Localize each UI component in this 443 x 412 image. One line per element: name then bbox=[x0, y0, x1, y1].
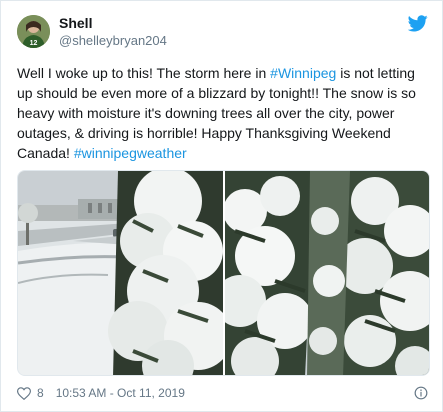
tweet-card: 12 Shell @shelleybryan204 Well I woke up… bbox=[0, 0, 443, 412]
twitter-bird-icon[interactable] bbox=[407, 15, 428, 32]
svg-text:12: 12 bbox=[30, 40, 38, 47]
photo-snowy-trees[interactable] bbox=[224, 171, 429, 375]
display-name[interactable]: Shell bbox=[59, 15, 92, 31]
hashtag-winnipegweather[interactable]: #winnipegweather bbox=[74, 145, 187, 161]
photo-snowy-street[interactable] bbox=[18, 171, 223, 375]
tweet-footer: 8 10:53 AM - Oct 11, 2019 bbox=[16, 384, 185, 402]
info-icon[interactable] bbox=[414, 386, 428, 400]
avatar[interactable]: 12 bbox=[17, 15, 50, 48]
media-gallery bbox=[17, 170, 430, 376]
tweet-text: Well I woke up to this! The storm here i… bbox=[17, 63, 433, 163]
like-count: 8 bbox=[37, 386, 44, 400]
tweet-text-part: Well I woke up to this! The storm here i… bbox=[17, 65, 271, 81]
user-handle[interactable]: @shelleybryan204 bbox=[59, 33, 167, 48]
heart-icon[interactable] bbox=[16, 386, 32, 400]
hashtag-winnipeg[interactable]: #Winnipeg bbox=[270, 65, 336, 81]
timestamp[interactable]: 10:53 AM - Oct 11, 2019 bbox=[56, 386, 185, 400]
